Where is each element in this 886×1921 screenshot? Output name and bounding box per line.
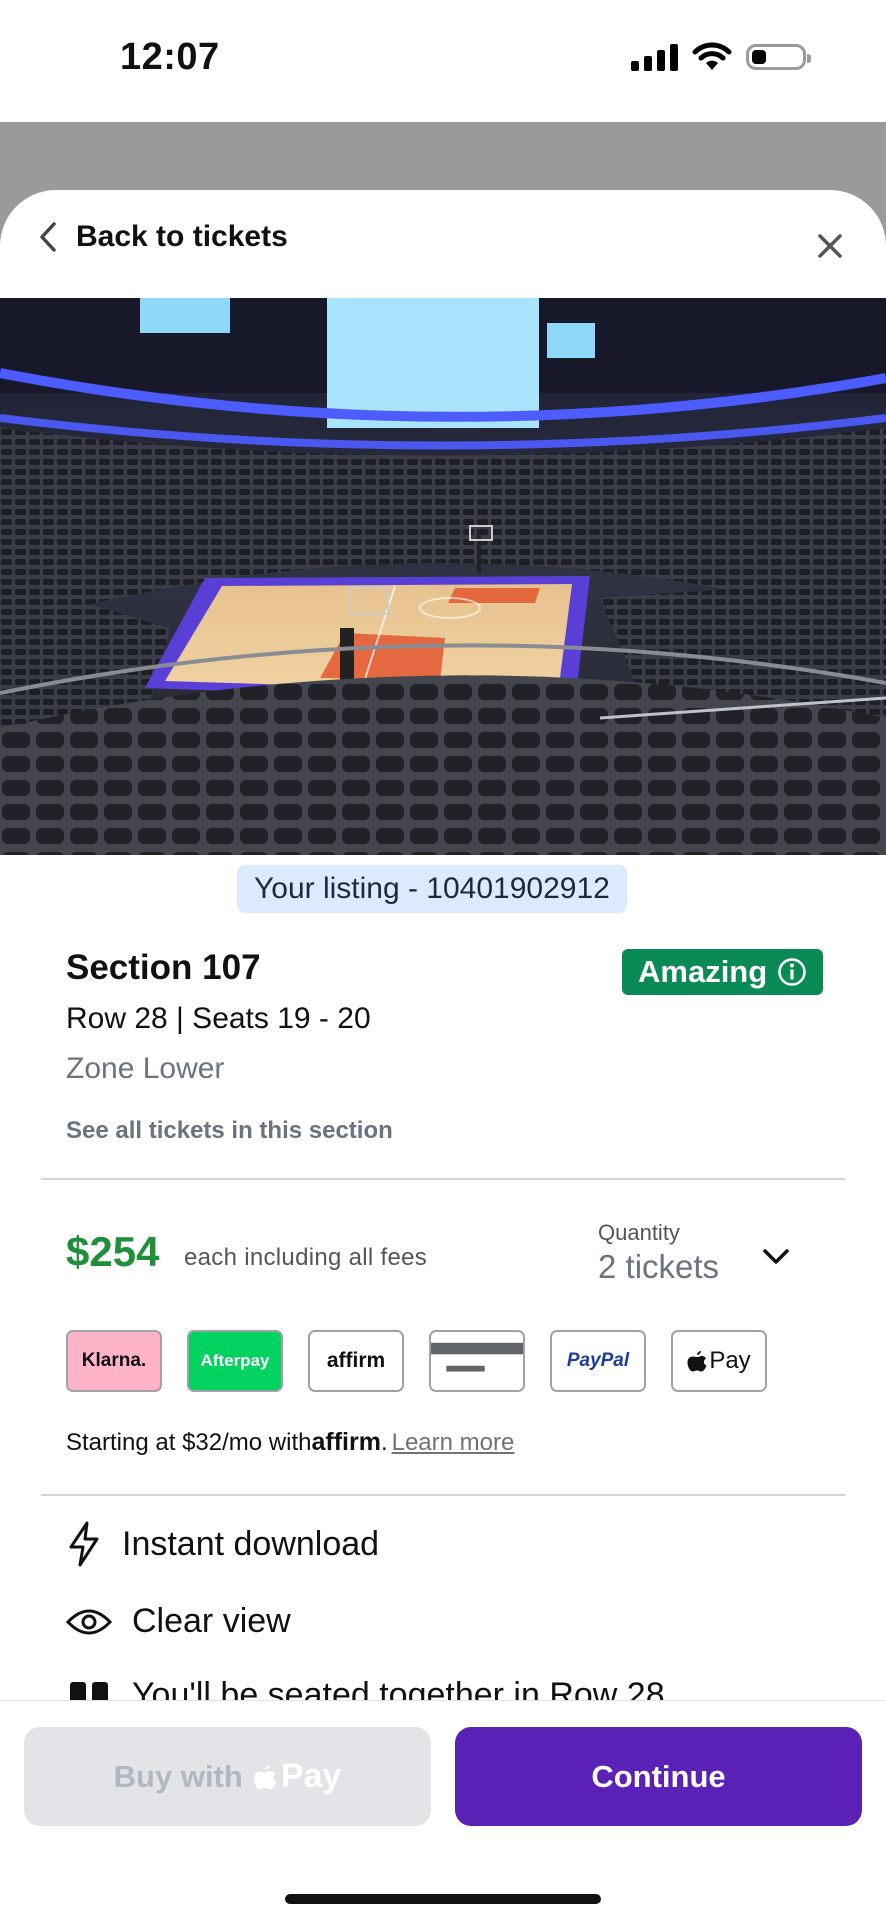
affirm-promo: Starting at $32/mo with affirm . Learn m… bbox=[66, 1428, 514, 1457]
afterpay-logo: Afterpay bbox=[200, 1351, 270, 1370]
apple-logo-icon bbox=[687, 1351, 707, 1372]
status-bar: 12:07 bbox=[0, 0, 886, 122]
apple-pay-label: Pay bbox=[709, 1347, 751, 1374]
apple-pay-label: Pay bbox=[280, 1757, 342, 1795]
afterpay-option[interactable]: Afterpay bbox=[187, 1330, 283, 1392]
deal-rating-label: Amazing bbox=[638, 954, 768, 989]
eye-icon bbox=[66, 1609, 112, 1634]
close-icon[interactable] bbox=[812, 228, 848, 264]
apple-logo-icon bbox=[253, 1764, 276, 1789]
sheet-header: Back to tickets bbox=[0, 190, 886, 298]
back-to-tickets-button[interactable]: Back to tickets bbox=[38, 220, 288, 254]
listing-id-pill: Your listing - 10401902912 bbox=[237, 865, 627, 913]
back-label: Back to tickets bbox=[76, 220, 288, 253]
feature-label: Instant download bbox=[122, 1524, 380, 1563]
affirm-logo: affirm bbox=[326, 1349, 386, 1372]
seat-view-image bbox=[0, 298, 886, 855]
klarna-logo: Klarna. bbox=[81, 1350, 147, 1371]
buy-with-label: Buy with bbox=[113, 1758, 243, 1794]
status-time: 12:07 bbox=[120, 36, 220, 78]
cellular-signal-icon bbox=[631, 43, 678, 71]
battery-icon bbox=[746, 44, 811, 70]
deal-rating-badge[interactable]: Amazing bbox=[622, 949, 824, 995]
quantity-selector[interactable]: Quantity 2 tickets bbox=[598, 1220, 719, 1286]
feature-instant-download: Instant download bbox=[66, 1520, 379, 1568]
affirm-dot: . bbox=[380, 1429, 388, 1456]
wifi-icon bbox=[692, 42, 732, 70]
divider bbox=[41, 1494, 845, 1496]
divider bbox=[41, 1178, 845, 1180]
affirm-option[interactable]: affirm bbox=[308, 1330, 404, 1392]
feature-clear-view: Clear view bbox=[66, 1602, 291, 1641]
chevron-down-icon[interactable] bbox=[762, 1248, 790, 1266]
credit-card-icon bbox=[431, 1342, 523, 1372]
home-indicator bbox=[285, 1894, 601, 1904]
info-icon bbox=[778, 958, 806, 986]
buy-with-apple-pay-button[interactable]: Buy with Pay bbox=[24, 1727, 431, 1826]
paypal-option[interactable]: PayPal bbox=[550, 1330, 646, 1392]
continue-button[interactable]: Continue bbox=[455, 1727, 862, 1826]
quantity-label: Quantity bbox=[598, 1220, 680, 1245]
row-seats: Row 28 | Seats 19 - 20 bbox=[66, 1002, 371, 1035]
chevron-left-icon bbox=[40, 222, 56, 252]
feature-label: Clear view bbox=[132, 1602, 291, 1640]
affirm-brand: affirm bbox=[311, 1428, 381, 1456]
see-all-tickets-link[interactable]: See all tickets in this section bbox=[66, 1117, 393, 1145]
lightning-icon bbox=[69, 1521, 99, 1567]
payment-methods: Klarna. Afterpay affirm PayPal Pay bbox=[66, 1330, 767, 1392]
zone-label: Zone Lower bbox=[66, 1052, 225, 1085]
learn-more-link[interactable]: Learn more bbox=[392, 1429, 515, 1457]
paypal-logo: PayPal bbox=[566, 1350, 630, 1371]
status-icons bbox=[631, 42, 811, 72]
section-title: Section 107 bbox=[66, 948, 261, 987]
quantity-value: 2 tickets bbox=[598, 1248, 720, 1285]
apple-pay-option[interactable]: Pay bbox=[671, 1330, 767, 1392]
affirm-promo-text: Starting at $32/mo with bbox=[66, 1429, 312, 1456]
fees-note: each including all fees bbox=[184, 1244, 428, 1271]
card-option[interactable] bbox=[429, 1330, 525, 1392]
price: $254 bbox=[66, 1228, 160, 1275]
ticket-detail-sheet: Back to tickets Your listing - 104019029… bbox=[0, 190, 886, 1920]
klarna-option[interactable]: Klarna. bbox=[66, 1330, 162, 1392]
